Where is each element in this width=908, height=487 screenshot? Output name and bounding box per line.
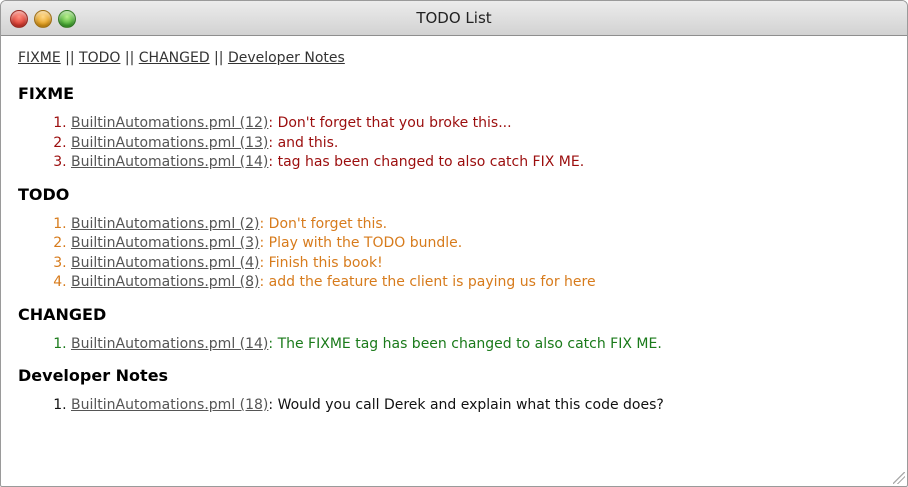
file-link[interactable]: BuiltinAutomations.pml (14) — [71, 154, 268, 170]
file-link[interactable]: BuiltinAutomations.pml (12) — [71, 115, 268, 131]
item-text: : The FIXME tag has been changed to also… — [268, 335, 662, 352]
section-heading-changed: CHANGED — [18, 304, 107, 324]
item-text: : Play with the TODO bundle. — [259, 235, 463, 251]
list-item: BuiltinAutomations.pml (8): add the feat… — [71, 273, 890, 293]
title-bar[interactable]: TODO List — [1, 1, 907, 36]
file-link[interactable]: BuiltinAutomations.pml (2) — [71, 216, 260, 232]
item-text: : Finish this book! — [259, 254, 383, 271]
list-item: BuiltinAutomations.pml (12): Don't forge… — [71, 114, 890, 134]
section-nav: FIXME || TODO || CHANGED || Developer No… — [18, 50, 890, 66]
nav-separator: || — [65, 50, 75, 66]
changed-list: BuiltinAutomations.pml (14): The FIXME t… — [18, 335, 890, 355]
fixme-list: BuiltinAutomations.pml (12): Don't forge… — [18, 114, 890, 173]
resize-grip-icon[interactable] — [893, 472, 905, 484]
todo-window: TODO List FIXME || TODO || CHANGED || De… — [0, 0, 908, 487]
section-heading-fixme: FIXME — [18, 84, 75, 103]
list-item: BuiltinAutomations.pml (14): The FIXME t… — [71, 335, 890, 355]
todo-list: BuiltinAutomations.pml (2): Don't forget… — [18, 215, 890, 293]
nav-link-changed[interactable]: CHANGED — [139, 50, 210, 66]
item-text: : tag has been changed to also catch FIX… — [268, 154, 585, 170]
file-link[interactable]: BuiltinAutomations.pml (13) — [71, 135, 268, 151]
window-title: TODO List — [416, 9, 492, 27]
nav-separator: || — [214, 50, 224, 66]
item-text: : and this. — [268, 134, 339, 151]
list-item: BuiltinAutomations.pml (14): tag has bee… — [71, 153, 890, 173]
section-heading-developer-notes: Developer Notes — [18, 366, 169, 385]
section-heading-todo: TODO — [18, 184, 70, 204]
nav-link-developer-notes[interactable]: Developer Notes — [228, 50, 345, 66]
item-text: : Don't forget that you broke this... — [268, 115, 512, 131]
nav-link-fixme[interactable]: FIXME — [18, 50, 61, 66]
report-content: FIXME || TODO || CHANGED || Developer No… — [1, 36, 907, 416]
file-link[interactable]: BuiltinAutomations.pml (18) — [71, 397, 268, 413]
file-link[interactable]: BuiltinAutomations.pml (4) — [71, 255, 260, 271]
list-item: BuiltinAutomations.pml (3): Play with th… — [71, 234, 890, 254]
item-text: : Would you call Derek and explain what … — [268, 397, 664, 413]
file-link[interactable]: BuiltinAutomations.pml (14) — [71, 336, 268, 352]
list-item: BuiltinAutomations.pml (4): Finish this … — [71, 254, 890, 274]
file-link[interactable]: BuiltinAutomations.pml (3) — [71, 235, 260, 251]
file-link[interactable]: BuiltinAutomations.pml (8) — [71, 274, 260, 290]
list-item: BuiltinAutomations.pml (18): Would you c… — [71, 396, 890, 416]
developer-notes-list: BuiltinAutomations.pml (18): Would you c… — [18, 396, 890, 416]
item-text: : add the feature the client is paying u… — [259, 274, 596, 290]
item-text: : Don't forget this. — [259, 215, 388, 232]
nav-link-todo[interactable]: TODO — [79, 50, 120, 66]
nav-separator: || — [124, 50, 135, 66]
list-item: BuiltinAutomations.pml (13): and this. — [71, 134, 890, 154]
list-item: BuiltinAutomations.pml (2): Don't forget… — [71, 215, 890, 235]
